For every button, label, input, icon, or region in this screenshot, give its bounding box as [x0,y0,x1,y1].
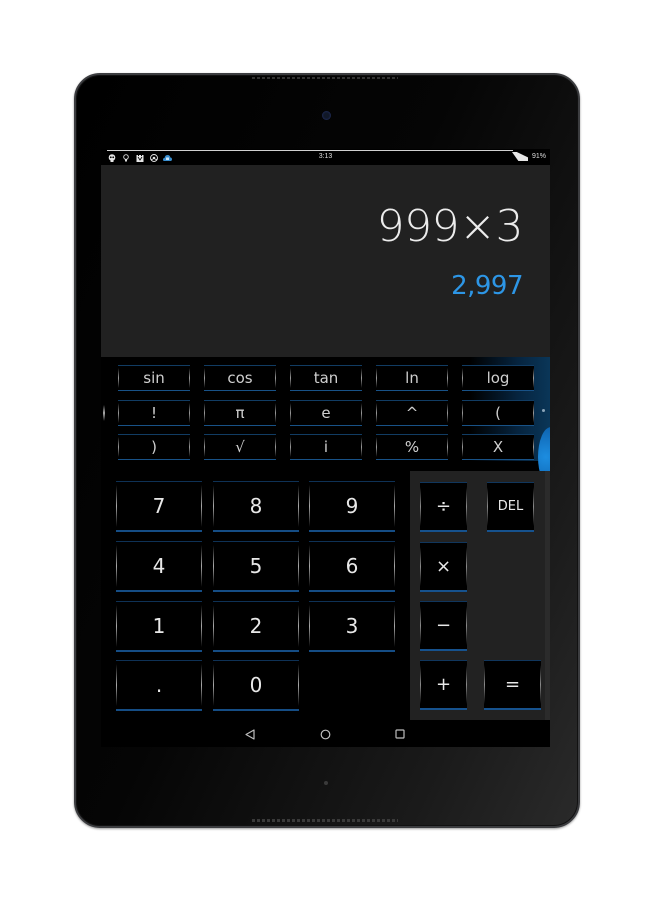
factorial-key[interactable]: ! [118,400,190,426]
recents-icon [395,729,405,739]
digit-4-key[interactable]: 4 [116,541,202,592]
open-paren-key[interactable]: ( [462,400,534,426]
panel-indicator-dot [542,409,545,412]
e-key[interactable]: e [290,400,362,426]
result-display: 2,997 [451,271,523,301]
imaginary-key[interactable]: i [290,434,362,460]
decimal-point-key[interactable]: . [116,660,202,711]
home-button[interactable] [317,726,333,742]
multiply-key[interactable]: × [420,542,467,592]
status-bar-divider [107,150,513,151]
digit-7-key[interactable]: 7 [116,481,202,532]
signal-icon [511,152,528,161]
digit-6-key[interactable]: 6 [309,541,395,592]
power-key[interactable]: ^ [376,400,448,426]
advanced-functions-panel: sin cos tan ln log ! π e ^ ( ) √ i % X [101,357,550,487]
speaker-grille-bottom [252,819,398,822]
percent-key[interactable]: % [376,434,448,460]
back-icon [245,728,255,740]
expression-display[interactable]: 999×3 [377,201,524,252]
status-bar: 3:13 91% [101,149,550,165]
tan-key[interactable]: tan [290,365,362,391]
digit-8-key[interactable]: 8 [213,481,299,532]
battery-level: 91% [531,153,546,160]
number-pad: 7 8 9 4 5 6 1 2 3 . 0 [101,461,409,719]
recents-button[interactable] [392,726,408,742]
microphone [324,781,328,785]
x-variable-key[interactable]: X [462,434,534,460]
panel-edge [103,405,105,421]
digit-1-key[interactable]: 1 [116,601,202,652]
digit-2-key[interactable]: 2 [213,601,299,652]
front-camera [322,111,331,120]
digit-5-key[interactable]: 5 [213,541,299,592]
subtract-key[interactable]: − [420,601,467,651]
operator-panel: ÷ DEL × − + = [410,471,550,720]
ln-key[interactable]: ln [376,365,448,391]
calculator-display: 999×3 2,997 [101,165,550,357]
sqrt-key[interactable]: √ [204,434,276,460]
add-key[interactable]: + [420,660,467,710]
home-icon [320,729,330,739]
divide-key[interactable]: ÷ [420,482,467,532]
speaker-grille-top [252,77,398,79]
equals-key[interactable]: = [484,660,541,710]
log-key[interactable]: log [462,365,534,391]
close-paren-key[interactable]: ) [118,434,190,460]
digit-9-key[interactable]: 9 [309,481,395,532]
delete-key[interactable]: DEL [487,482,534,532]
status-right: 91% [511,152,546,161]
pi-key[interactable]: π [204,400,276,426]
cos-key[interactable]: cos [204,365,276,391]
navigation-bar [101,720,550,747]
back-button[interactable] [242,726,258,742]
status-time: 3:13 [318,153,333,160]
screen: 3:13 91% 999×3 2,997 sin cos tan ln log … [101,149,550,747]
digit-3-key[interactable]: 3 [309,601,395,652]
digit-0-key[interactable]: 0 [213,660,299,711]
sin-key[interactable]: sin [118,365,190,391]
operator-panel-edge [545,471,550,720]
